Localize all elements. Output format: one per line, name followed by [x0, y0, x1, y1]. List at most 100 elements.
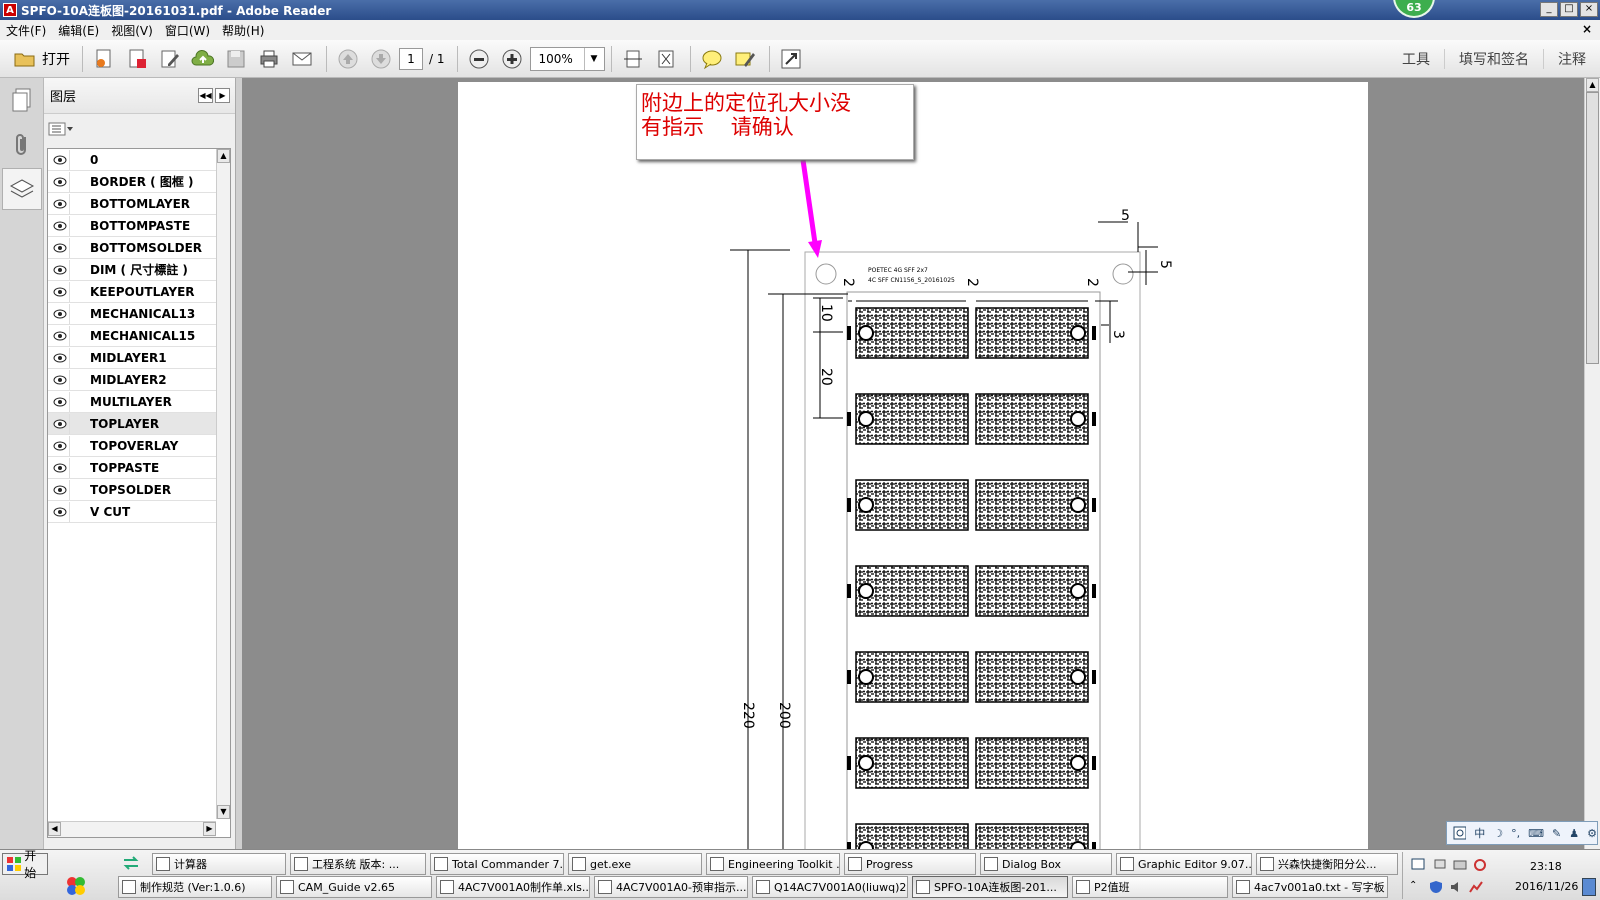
taskbar-button[interactable]: 制作规范 (Ver:1.0.6)	[118, 876, 272, 898]
taskbar-button[interactable]: Q14AC7V001A0(liuwq)2...	[752, 876, 908, 898]
clock-time[interactable]: 23:18	[1530, 860, 1562, 873]
taskbar-button[interactable]: 工程系统 版本: ...	[290, 853, 426, 875]
previous-page-button[interactable]	[333, 45, 363, 73]
fit-width-button[interactable]	[618, 45, 648, 73]
expand-panel-icon[interactable]: ▶	[215, 88, 230, 103]
layer-row[interactable]: BOTTOMSOLDER	[48, 237, 216, 259]
taskbar-button[interactable]: CAM_Guide v2.65	[276, 876, 432, 898]
eye-icon[interactable]	[50, 171, 70, 192]
layer-row[interactable]: BOTTOMLAYER	[48, 193, 216, 215]
scroll-up-icon[interactable]: ▲	[217, 149, 230, 163]
layer-row[interactable]: BORDER ( 图框 )	[48, 171, 216, 193]
taskbar-button[interactable]: SPFO-10A连板图-201...	[912, 876, 1068, 898]
ime-keyboard-icon[interactable]: ⌨	[1528, 827, 1544, 840]
layers-button[interactable]	[2, 168, 42, 210]
email-button[interactable]	[287, 45, 317, 73]
taskbar-button[interactable]: Engineering Toolkit ...	[706, 853, 840, 875]
minimize-button[interactable]: _	[1540, 2, 1558, 17]
zoom-select[interactable]: 100% ▼	[529, 46, 605, 71]
eye-icon[interactable]	[50, 391, 70, 412]
taskbar-button[interactable]: Total Commander 7....	[430, 853, 564, 875]
layer-row[interactable]: V CUT	[48, 501, 216, 523]
eye-icon[interactable]	[50, 435, 70, 456]
print-button[interactable]	[254, 45, 284, 73]
taskbar-button[interactable]: Dialog Box	[980, 853, 1112, 875]
layer-row[interactable]: KEEPOUTLAYER	[48, 281, 216, 303]
eye-icon[interactable]	[50, 281, 70, 302]
zoom-out-button[interactable]	[464, 45, 494, 73]
create-pdf-button[interactable]	[89, 45, 119, 73]
collapse-panel-icon[interactable]: ◀◀	[198, 88, 213, 103]
save-button[interactable]	[221, 45, 251, 73]
document-close-button[interactable]: ×	[1582, 22, 1592, 36]
ime-moon-icon[interactable]: ☽	[1493, 827, 1503, 840]
layer-row[interactable]: MECHANICAL15	[48, 325, 216, 347]
taskbar-button[interactable]: get.exe	[568, 853, 702, 875]
edit-pdf-button[interactable]	[155, 45, 185, 73]
taskbar-button[interactable]: 计算器	[152, 853, 286, 875]
chevron-down-icon[interactable]: ▼	[583, 47, 604, 70]
ime-logo-icon[interactable]	[1453, 826, 1467, 840]
layer-row[interactable]: BOTTOMPASTE	[48, 215, 216, 237]
eye-icon[interactable]	[50, 149, 70, 170]
menu-help[interactable]: 帮助(H)	[216, 22, 270, 39]
tray-screen-icon[interactable]	[1411, 858, 1425, 872]
ime-user-icon[interactable]: ♟	[1569, 827, 1579, 840]
scroll-down-icon[interactable]: ▼	[217, 805, 230, 819]
eye-icon[interactable]	[50, 457, 70, 478]
tray-expand-icon[interactable]: ⌃	[1409, 880, 1417, 891]
eye-icon[interactable]	[50, 413, 70, 434]
scroll-left-icon[interactable]: ◀	[48, 822, 61, 836]
tray-shield-icon[interactable]	[1429, 880, 1443, 894]
layer-row[interactable]: TOPSOLDER	[48, 479, 216, 501]
layer-row[interactable]: DIM ( 尺寸標註 )	[48, 259, 216, 281]
close-button[interactable]: ×	[1580, 2, 1598, 17]
quicklaunch-switch-icon[interactable]	[122, 854, 140, 872]
scroll-right-icon[interactable]: ▶	[203, 822, 216, 836]
comment-note[interactable]: 附边上的定位孔大小没 有指示 请确认	[636, 84, 914, 160]
layer-row[interactable]: MIDLAYER2	[48, 369, 216, 391]
tray-network-icon[interactable]	[1433, 858, 1447, 872]
layer-row[interactable]: MIDLAYER1	[48, 347, 216, 369]
tray-chart-icon[interactable]	[1469, 880, 1483, 894]
layer-row[interactable]: TOPOVERLAY	[48, 435, 216, 457]
eye-icon[interactable]	[50, 259, 70, 280]
menu-edit[interactable]: 编辑(E)	[52, 22, 105, 39]
layer-list-scrollbar[interactable]: ▲ ▼	[216, 149, 230, 819]
taskbar-button[interactable]: P2值班	[1072, 876, 1228, 898]
volume-icon[interactable]	[1449, 880, 1463, 894]
eye-icon[interactable]	[50, 369, 70, 390]
scroll-thumb[interactable]	[1586, 92, 1599, 364]
next-page-button[interactable]	[366, 45, 396, 73]
clock-date[interactable]: 2016/11/26	[1515, 880, 1578, 893]
menu-window[interactable]: 窗口(W)	[159, 22, 216, 39]
taskbar-button[interactable]: Progress	[844, 853, 976, 875]
layer-list-hscrollbar[interactable]: ◀ ▶	[48, 821, 216, 837]
taskbar-button[interactable]: 4ac7v001a0.txt - 写字板	[1232, 876, 1388, 898]
options-menu-icon[interactable]	[48, 121, 74, 137]
document-scrollbar[interactable]: ▲	[1584, 78, 1600, 849]
eye-icon[interactable]	[50, 501, 70, 522]
open-button[interactable]: 打开	[8, 45, 76, 73]
eye-icon[interactable]	[50, 347, 70, 368]
eye-icon[interactable]	[50, 215, 70, 236]
tray-device-icon[interactable]	[1453, 858, 1467, 872]
start-button[interactable]: 开始	[2, 849, 48, 880]
eye-icon[interactable]	[50, 193, 70, 214]
eye-icon[interactable]	[50, 303, 70, 324]
taskbar-button[interactable]: 兴森快捷衡阳分公...	[1256, 853, 1398, 875]
quicklaunch-icon[interactable]	[66, 876, 86, 896]
ime-chinese-toggle[interactable]: 中	[1474, 825, 1485, 841]
fit-page-button[interactable]	[651, 45, 681, 73]
fill-sign-pane-button[interactable]: 填写和签名	[1444, 49, 1543, 69]
page-thumbnails-button[interactable]	[2, 80, 42, 122]
layer-row[interactable]: MECHANICAL13	[48, 303, 216, 325]
comment-pane-button[interactable]: 注释	[1543, 49, 1600, 69]
ime-punctuation-icon[interactable]: °,	[1511, 827, 1520, 840]
menu-view[interactable]: 视图(V)	[105, 22, 159, 39]
taskbar-button[interactable]: 4AC7V001A0-预审指示...	[594, 876, 748, 898]
taskbar-button[interactable]: Graphic Editor 9.07...	[1116, 853, 1252, 875]
taskbar-button[interactable]: 4AC7V001A0制作单.xls...	[436, 876, 590, 898]
highlight-button[interactable]	[730, 45, 760, 73]
attachments-button[interactable]	[2, 124, 42, 166]
